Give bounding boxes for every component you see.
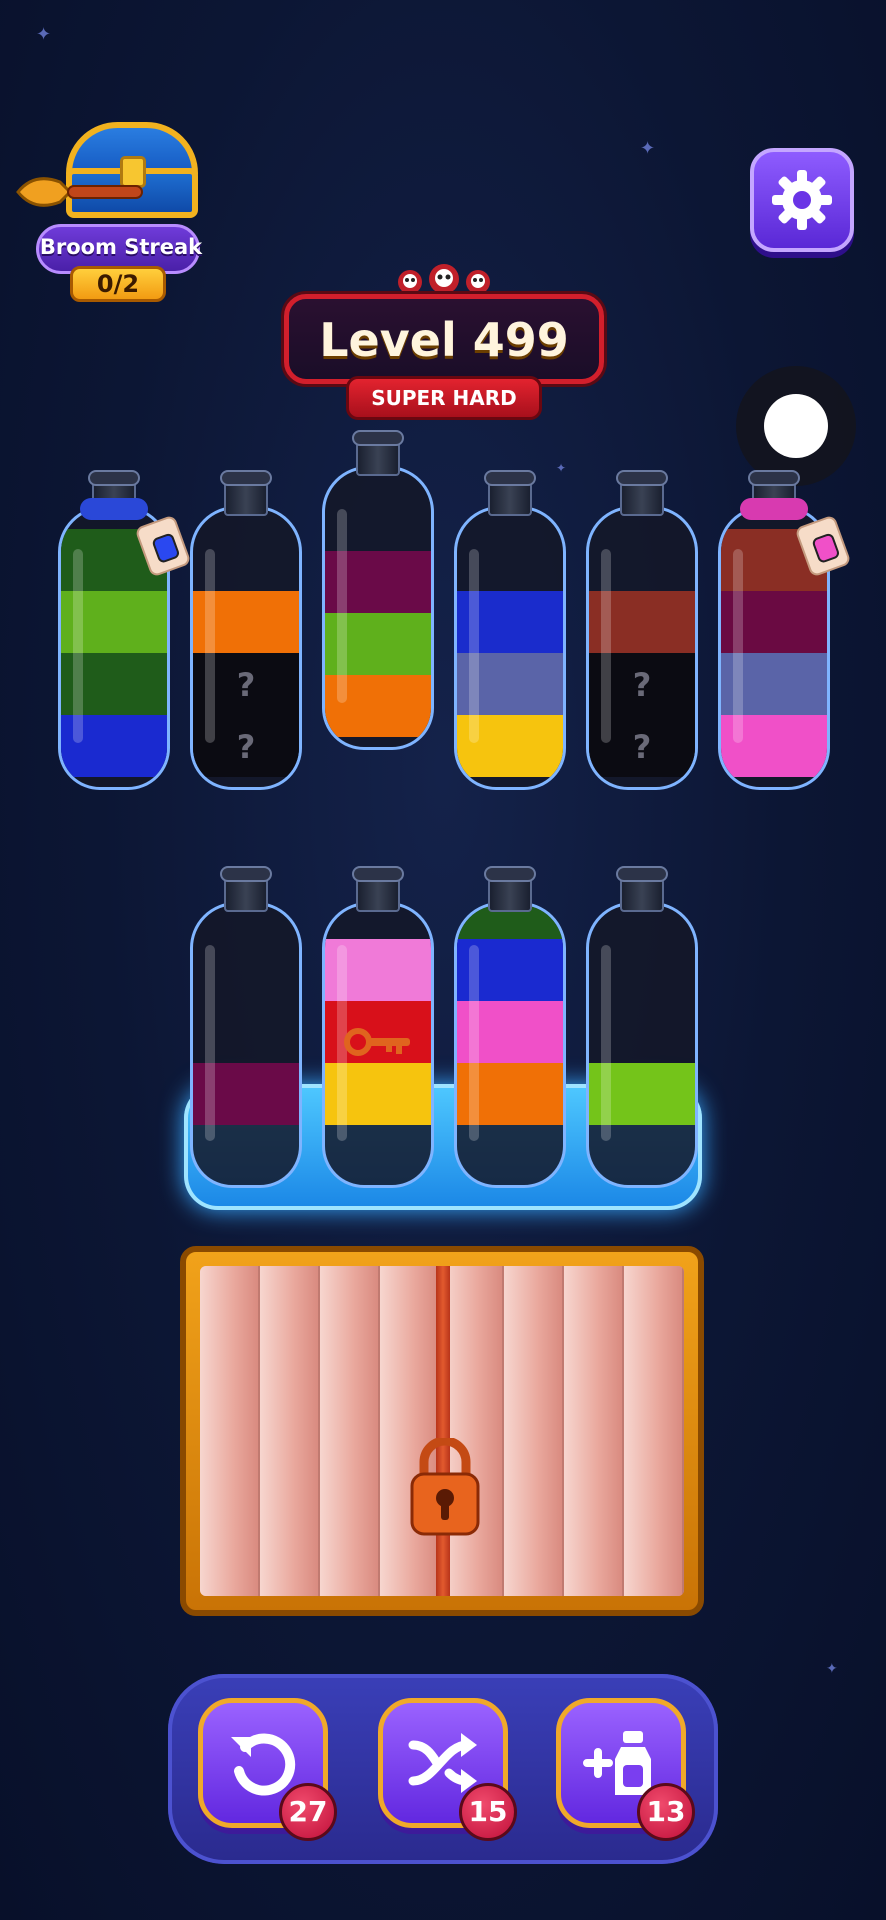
bottle-glass (454, 506, 566, 790)
level-title: Level 499 (319, 313, 569, 367)
bottle[interactable] (322, 430, 434, 750)
undo-count: 27 (279, 1783, 337, 1841)
shuffle-count: 15 (459, 1783, 517, 1841)
bottle[interactable] (454, 470, 566, 790)
difficulty-label: SUPER HARD (371, 386, 517, 410)
difficulty-badge: SUPER HARD (346, 376, 542, 420)
bottle[interactable] (322, 866, 434, 1188)
bottle[interactable] (58, 470, 192, 790)
bottle[interactable]: ?? (190, 470, 302, 790)
add-bottle-button[interactable]: 13 (556, 1698, 695, 1841)
star-decoration: ✦ (640, 138, 656, 159)
padlock-icon (410, 1438, 480, 1536)
touch-indicator (736, 366, 856, 486)
bottle-glass (322, 466, 434, 750)
gear-icon (772, 170, 832, 230)
streak-label: Broom Streak (39, 235, 203, 259)
shuffle-button[interactable]: 15 (378, 1698, 517, 1841)
booster-toolbar: 27 15 13 (168, 1674, 718, 1864)
settings-button[interactable] (750, 148, 854, 252)
add-bottle-count: 13 (637, 1783, 695, 1841)
locked-box[interactable] (180, 1246, 704, 1616)
rope-icon (80, 498, 148, 520)
bottle[interactable] (718, 470, 852, 790)
streak-count: 0/2 (96, 270, 140, 298)
bottle-glass: ?? (586, 506, 698, 790)
undo-button[interactable]: 27 (198, 1698, 337, 1841)
key-icon (344, 1022, 414, 1066)
star-decoration: ✦ (556, 461, 567, 475)
bottle[interactable]: ?? (586, 470, 698, 790)
bottle-glass (454, 902, 566, 1188)
bottle-glass (190, 902, 302, 1188)
streak-count-badge: 0/2 (70, 266, 166, 302)
star-decoration: ✦ (826, 1661, 838, 1677)
bottle[interactable] (454, 866, 566, 1188)
bottle-glass (586, 902, 698, 1188)
rope-icon (740, 498, 808, 520)
bottle-glass: ?? (190, 506, 302, 790)
bottle[interactable] (586, 866, 698, 1188)
bottle[interactable] (190, 866, 302, 1188)
level-banner: Level 499 (284, 294, 604, 384)
star-decoration: ✦ (36, 24, 52, 45)
broom-streak-widget[interactable]: Broom Streak 0/2 (14, 120, 204, 302)
broom-icon (16, 177, 143, 207)
skulls-icon (398, 264, 490, 294)
